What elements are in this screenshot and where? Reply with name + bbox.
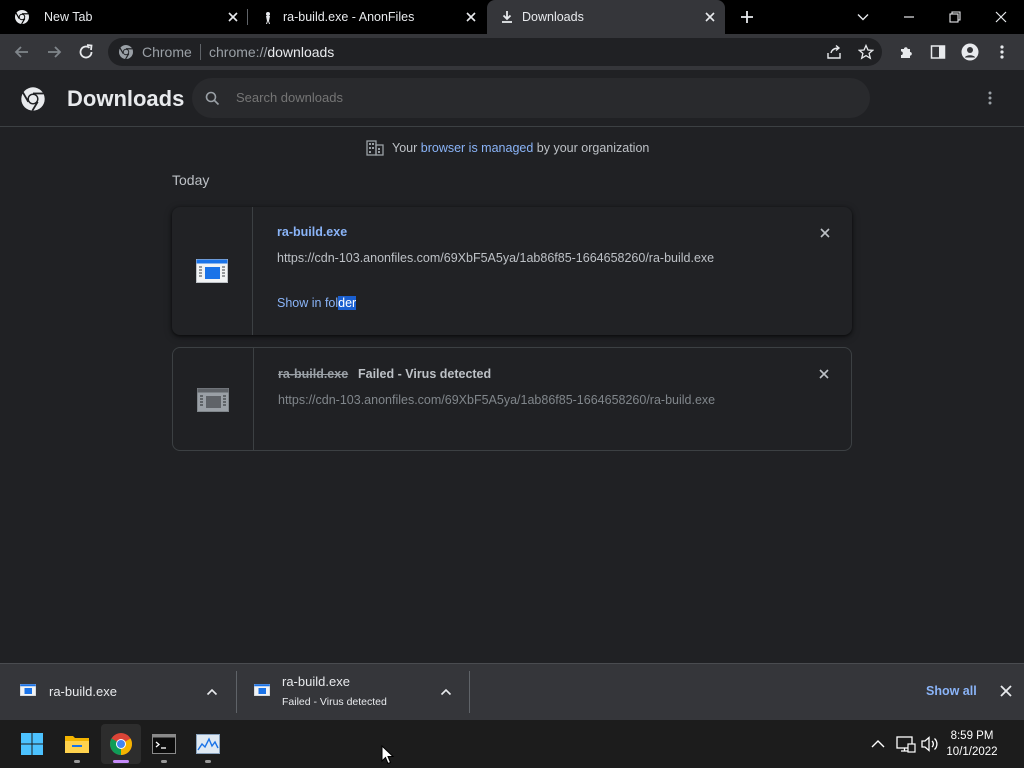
system-clock[interactable]: 8:59 PM 10/1/2022 [940,728,1004,760]
start-icon[interactable] [12,724,52,764]
download-url[interactable]: https://cdn-103.anonfiles.com/69XbF5A5ya… [278,393,715,407]
omnibox-url[interactable]: chrome://downloads [209,44,334,60]
volume-icon[interactable] [920,735,940,753]
download-status: Failed - Virus detected [358,367,492,381]
close-shelf-icon[interactable] [999,684,1013,698]
tab-title: New Tab [44,10,93,24]
managed-text-suffix: by your organization [536,141,650,155]
download-icon [499,9,515,25]
download-item: ra-build.exe https://cdn-103.anonfiles.c… [172,207,852,335]
show-in-folder-link[interactable]: Show in folder [277,296,357,310]
network-icon[interactable] [896,735,916,753]
extensions-icon[interactable] [898,44,914,60]
url-host: downloads [267,44,335,60]
exe-file-icon [196,259,228,283]
forward-button[interactable] [44,42,64,62]
shelf-separator [469,671,470,713]
search-input[interactable] [236,90,836,105]
close-tab-icon[interactable] [703,10,717,24]
anonfiles-icon [260,9,276,25]
back-button[interactable] [12,42,32,62]
reload-button[interactable] [76,42,96,62]
clock-date: 10/1/2022 [946,746,998,758]
restore-button[interactable] [932,0,978,34]
tab-title: Downloads [522,10,584,24]
browser-menu-icon[interactable] [994,44,1010,60]
url-scheme: chrome:// [209,44,268,60]
download-item-failed: ra-build.exe Failed - Virus detected htt… [172,347,852,451]
file-icon-column [172,207,253,335]
chrome-icon [14,9,30,25]
tab-title: ra-build.exe - AnonFiles [283,10,415,24]
building-icon [366,140,384,156]
show-in-folder-text: Show in fol [277,296,339,310]
clock-time: 8:59 PM [950,730,994,742]
exe-file-icon [20,684,36,696]
tab-downloads[interactable]: Downloads [487,0,725,34]
chevron-up-icon[interactable] [205,685,219,699]
file-explorer-icon[interactable] [57,724,97,764]
download-url[interactable]: https://cdn-103.anonfiles.com/69XbF5A5ya… [277,251,714,265]
close-tab-icon[interactable] [464,10,478,24]
managed-banner: Your browser is managed by your organiza… [366,140,649,156]
show-all-button[interactable]: Show all [926,684,977,698]
download-filename: ra-build.exe [278,367,349,381]
shelf-item[interactable]: ra-build.exe [0,663,236,720]
shelf-filename: ra-build.exe [282,674,350,689]
omnibox-chip: Chrome [142,44,192,60]
omnibox-divider [200,44,201,60]
date-section-heading: Today [172,172,210,188]
chrome-logo-icon [20,86,46,112]
search-icon [205,91,220,106]
file-icon-column [173,348,254,450]
bookmark-star-icon[interactable] [858,44,874,60]
shelf-status: Failed - Virus detected [282,696,387,708]
running-indicator [205,760,211,763]
remove-download-icon[interactable] [818,226,832,240]
remove-download-icon[interactable] [817,367,831,381]
close-window-button[interactable] [978,0,1024,34]
exe-file-icon [254,684,270,696]
minimize-button[interactable] [886,0,932,34]
tab-search-button[interactable] [840,0,886,34]
side-panel-icon[interactable] [930,44,946,60]
download-filename-link[interactable]: ra-build.exe [277,225,347,239]
shelf-filename: ra-build.exe [49,684,117,699]
share-icon[interactable] [826,44,842,60]
running-indicator [161,760,167,763]
shelf-item-failed[interactable]: ra-build.exe Failed - Virus detected [237,663,469,720]
mouse-cursor-icon [381,745,395,765]
exe-file-icon-disabled [197,388,229,412]
running-indicator [74,760,80,763]
new-tab-button[interactable] [739,9,755,25]
chrome-taskbar-icon[interactable] [101,724,141,764]
terminal-icon[interactable] [144,724,184,764]
active-indicator [113,760,129,763]
selected-text: der [338,296,357,310]
profile-avatar-icon[interactable] [961,43,979,61]
tab-new-tab[interactable]: New Tab [0,0,246,34]
more-actions-icon[interactable] [982,90,998,106]
chevron-up-icon[interactable] [870,737,886,751]
chevron-up-icon[interactable] [439,685,453,699]
close-tab-icon[interactable] [226,10,240,24]
managed-text-prefix: Your [392,141,418,155]
resource-monitor-icon[interactable] [188,724,228,764]
chrome-icon [118,44,134,60]
page-title: Downloads [67,86,185,111]
tab-anonfiles[interactable]: ra-build.exe - AnonFiles [248,0,486,34]
managed-link[interactable]: browser is managed [421,141,534,155]
